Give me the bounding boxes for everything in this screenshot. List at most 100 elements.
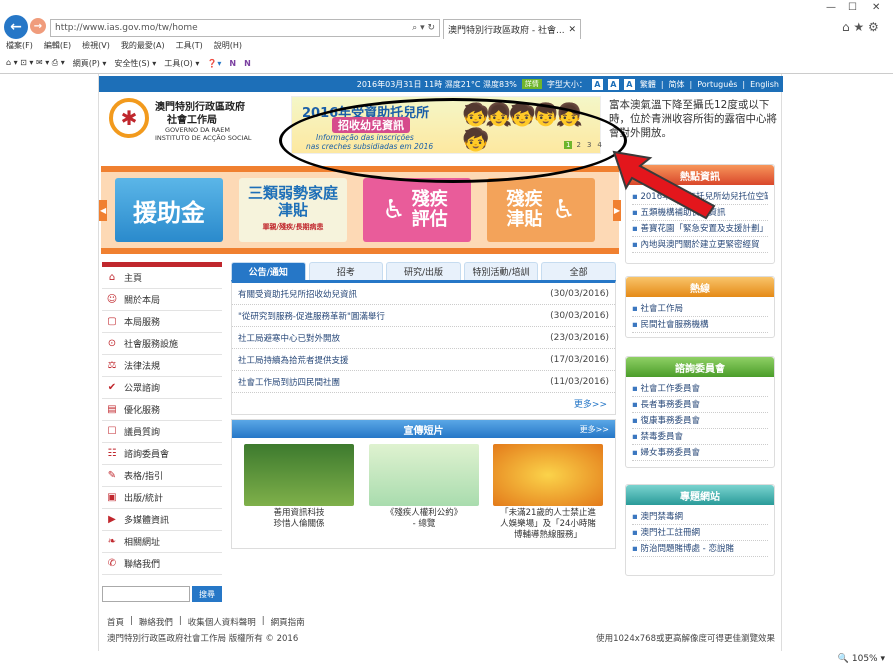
minimize-icon[interactable]: — [826, 2, 836, 13]
facilities-icon: ⊙ [107, 338, 117, 349]
banner-page-3[interactable]: 3 [585, 141, 593, 149]
tab-research[interactable]: 研究/出版 [386, 262, 461, 280]
news-more-link[interactable]: 更多>> [574, 397, 607, 410]
banner-line2: 招收幼兒資訊 [332, 117, 410, 133]
ias-logo[interactable]: ✱ 澳門特別行政區政府 社會工作局 GOVERNO DA RAEM INSTIT… [109, 96, 279, 151]
forward-button[interactable]: → [30, 18, 46, 34]
onenote-icon-2[interactable]: N [244, 59, 251, 68]
tab-recruitment[interactable]: 招考 [308, 262, 384, 280]
search-button[interactable]: 搜尋 [192, 586, 222, 602]
promo-videos: 宣傳短片 更多>> 善用資訊科技 珍惜人倫關係 《殘疾人權利公約》 - 總覽 「未… [231, 419, 616, 549]
nav-committee[interactable]: ☷ 諮詢委員會 [102, 443, 222, 465]
font-size-small[interactable]: A [591, 78, 603, 90]
nav-services[interactable]: ▢ 本局服務 [102, 311, 222, 333]
carousel-prev-icon[interactable]: ◀ [99, 200, 108, 221]
hot-item[interactable]: 善寶花園「緊急安置及支援計劃」 [632, 221, 768, 237]
close-tab-icon[interactable]: ✕ [568, 25, 576, 35]
close-window-icon[interactable]: ✕ [872, 2, 880, 13]
carousel-item-allowance[interactable]: 援助金 [115, 178, 223, 242]
nav-home[interactable]: ⌂ 主頁 [102, 267, 222, 289]
nav-laws[interactable]: ⚖ 法律法規 [102, 355, 222, 377]
hotline-item[interactable]: 社會工作局 [632, 301, 768, 317]
font-size-large[interactable]: A [623, 78, 635, 90]
nav-about[interactable]: ☺ 關於本局 [102, 289, 222, 311]
consultation-icon: ✔ [107, 382, 117, 393]
nav-label: 諮詢委員會 [124, 450, 170, 460]
news-row[interactable]: 社會工作局到訪四民間社團 (11/03/2016) [232, 371, 615, 393]
nav-label: 出版/統計 [124, 494, 164, 504]
creche-banner[interactable]: 2016年受資助托兒所 招收幼兒資訊 Informação das inscri… [291, 96, 603, 154]
site-item[interactable]: 防治問題賭博處 - 恋說賭 [632, 541, 768, 557]
banner-page-4[interactable]: 4 [595, 141, 603, 149]
committee-item[interactable]: 長者事務委員會 [632, 397, 768, 413]
nav-multimedia[interactable]: ▶ 多媒體資訊 [102, 509, 222, 531]
banner-page-2[interactable]: 2 [574, 141, 582, 149]
footer-contact[interactable]: 聯絡我們 [139, 616, 173, 628]
hotline-item[interactable]: 民間社會服務機構 [632, 317, 768, 333]
tab-announcements[interactable]: 公告/通知 [231, 262, 306, 280]
banner-page-1[interactable]: 1 [564, 141, 573, 149]
footer-home[interactable]: 首頁 [107, 616, 124, 628]
hot-item[interactable]: 內地與澳門關於建立更緊密經貿 [632, 237, 768, 253]
lang-simplified[interactable]: 简体 [669, 79, 685, 90]
committee-item[interactable]: 婦女事務委員會 [632, 445, 768, 461]
nav-links[interactable]: ❧ 相關網址 [102, 531, 222, 553]
toolbar-icons[interactable]: ⌂ ▾ ⊡ ▾ ✉ ▾ ⎙ ▾ [6, 58, 65, 68]
video-item[interactable]: 「未滿21歲的人士禁止進 人娛樂場」及「24小時賭 博輔導熱線服務」 [493, 444, 603, 541]
home-star-gear-icons[interactable]: ⌂ ★ ⚙ [842, 20, 879, 34]
nav-facilities[interactable]: ⊙ 社會服務設施 [102, 333, 222, 355]
nav-inquiry[interactable]: ☐ 議員質詢 [102, 421, 222, 443]
menu-view[interactable]: 檢視(V) [82, 40, 110, 54]
menu-tools[interactable]: 工具(T) [176, 40, 203, 54]
menu-file[interactable]: 檔案(F) [6, 40, 33, 54]
lang-traditional[interactable]: 繁體 [640, 79, 656, 90]
banner-line4: nas creches subsidiadas em 2016 [306, 142, 434, 151]
nav-consultation[interactable]: ✔ 公眾諮詢 [102, 377, 222, 399]
menu-favorites[interactable]: 我的最愛(A) [121, 40, 165, 54]
news-row[interactable]: 社工局持續為拾荒者提供支援 (17/03/2016) [232, 349, 615, 371]
carousel-item-disability-subsidy[interactable]: 殘疾津貼 ♿ [487, 178, 595, 242]
committee-item[interactable]: 禁毒委員會 [632, 429, 768, 445]
menu-edit[interactable]: 編輯(E) [44, 40, 71, 54]
cmd-safety[interactable]: 安全性(S) ▾ [114, 58, 156, 69]
browser-chrome: ← → http://www.ias.gov.mo/tw/home ⌕ ▾ ↻ 澳… [0, 0, 893, 74]
browser-tab[interactable]: 澳門特別行政區政府 - 社會... ✕ [443, 19, 581, 39]
carousel-item-family-subsidy[interactable]: 三類弱勢家庭津貼 單親/殘疾/長期病患 [239, 178, 347, 242]
video-item[interactable]: 善用資訊科技 珍惜人倫關係 [244, 444, 354, 530]
site-item[interactable]: 澳門禁毒網 [632, 509, 768, 525]
zoom-level[interactable]: 🔍 105% ▾ [838, 654, 885, 664]
news-row[interactable]: 有關受資助托兒所招收幼兒資訊 (30/03/2016) [232, 283, 615, 305]
video-item[interactable]: 《殘疾人權利公約》 - 總覽 [369, 444, 479, 530]
nav-optimize[interactable]: ▤ 優化服務 [102, 399, 222, 421]
nav-contact[interactable]: ✆ 聯絡我們 [102, 553, 222, 575]
search-refresh-icon[interactable]: ⌕ ▾ ↻ [412, 23, 435, 33]
news-date: (30/03/2016) [550, 310, 609, 321]
back-button[interactable]: ← [4, 15, 28, 39]
help-icon[interactable]: ❓▾ [207, 59, 221, 68]
lang-english[interactable]: English [750, 80, 779, 89]
nav-forms[interactable]: ✎ 表格/指引 [102, 465, 222, 487]
tab-events[interactable]: 特別活動/培訓 [463, 262, 539, 280]
font-size-medium[interactable]: A [607, 78, 619, 90]
news-tabs: 公告/通知 招考 研究/出版 特別活動/培訓 全部 [231, 262, 616, 280]
news-row[interactable]: 社工局避寒中心已對外開放 (23/03/2016) [232, 327, 615, 349]
onenote-icon[interactable]: N [229, 59, 236, 68]
site-item[interactable]: 澳門社工註冊網 [632, 525, 768, 541]
weather-detail-button[interactable]: 詳情 [521, 79, 542, 89]
nav-publications[interactable]: ▣ 出版/統計 [102, 487, 222, 509]
footer-privacy[interactable]: 收集個人資料聲明 [188, 616, 256, 628]
cmd-tools[interactable]: 工具(O) ▾ [164, 58, 199, 69]
committee-item[interactable]: 社會工作委員會 [632, 381, 768, 397]
lang-portuguese[interactable]: Português [697, 80, 737, 89]
videos-more-link[interactable]: 更多>> [580, 424, 609, 435]
committee-item[interactable]: 復康事務委員會 [632, 413, 768, 429]
search-input[interactable] [102, 586, 190, 602]
address-bar[interactable]: http://www.ias.gov.mo/tw/home ⌕ ▾ ↻ [50, 19, 440, 37]
carousel-item-disability-assessment[interactable]: ♿ 殘疾評估 [363, 178, 471, 242]
maximize-icon[interactable]: ☐ [848, 2, 857, 13]
tab-all[interactable]: 全部 [541, 262, 616, 280]
news-row[interactable]: "從研究到服務-促進服務革新"圓滿舉行 (30/03/2016) [232, 305, 615, 327]
footer-guide[interactable]: 網頁指南 [271, 616, 305, 628]
menu-help[interactable]: 說明(H) [214, 40, 242, 54]
cmd-page[interactable]: 網頁(P) ▾ [73, 58, 107, 69]
